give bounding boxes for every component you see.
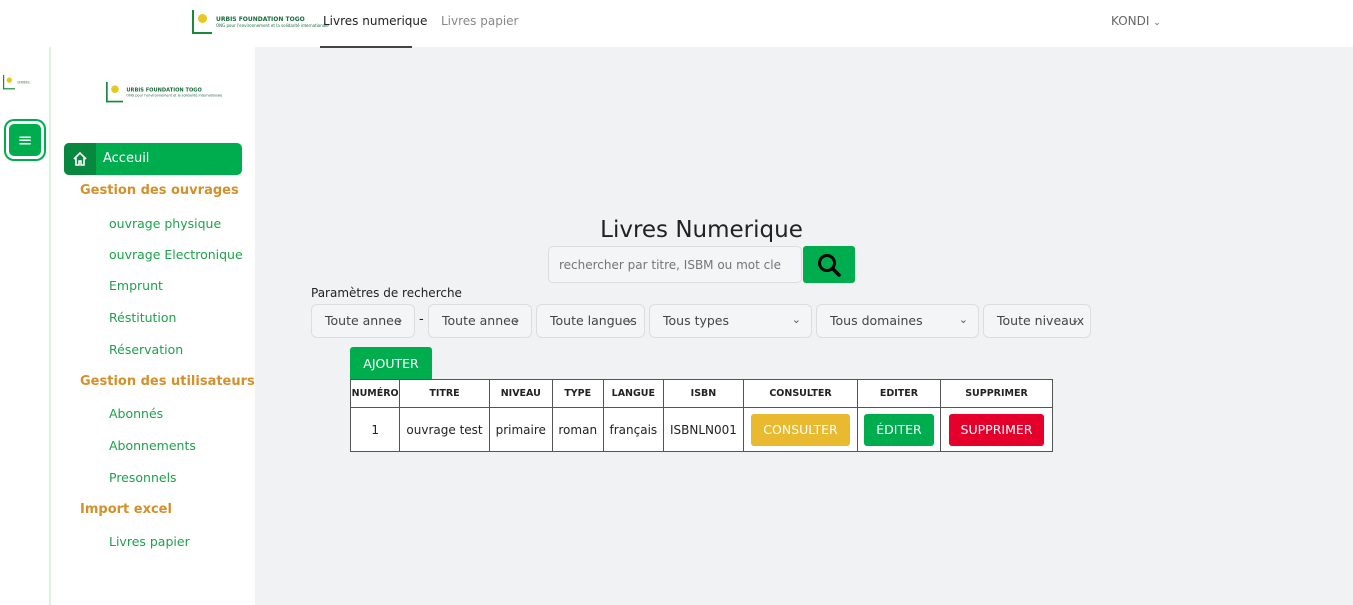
range-separator: - <box>419 312 424 327</box>
section-gestion-ouvrages[interactable]: Gestion des ouvrages <box>80 183 239 198</box>
chevron-down-icon: ⌄ <box>394 313 404 326</box>
sidebar-item[interactable]: Abonnés <box>109 406 163 421</box>
sidebar-logo: URBIS FOUNDATION TOGO ONG pour l'environn… <box>106 82 222 103</box>
search-icon <box>818 253 841 277</box>
params-label: Paramètres de recherche <box>311 286 462 300</box>
cell-num: 1 <box>349 407 401 452</box>
search-input[interactable] <box>548 246 802 283</box>
menu-toggle-button[interactable]: ≡ <box>6 121 44 159</box>
cell-langue: français <box>602 407 664 452</box>
tab-livres-papier[interactable]: Livres papier <box>441 14 518 28</box>
brand-logo: URBIS FOUNDATION TOGO ONG pour l'environn… <box>192 10 329 34</box>
col-header: CONSULTER <box>743 379 858 408</box>
chevron-down-icon: ⌄ <box>958 313 968 326</box>
sidebar-item[interactable]: Emprunt <box>109 278 163 293</box>
page-title: Livres Numerique <box>600 217 803 243</box>
cell-niveau: primaire <box>488 407 553 452</box>
domain-select[interactable]: Tous domaines ⌄ <box>816 304 979 338</box>
col-header: EDITER <box>857 379 941 408</box>
col-header: LANGUE <box>602 379 664 408</box>
rail-logo: URBIS <box>3 75 30 90</box>
table-row: 1 ouvrage test primaire roman français I… <box>349 407 1053 452</box>
top-bar: URBIS FOUNDATION TOGO ONG pour l'environn… <box>0 0 1353 48</box>
language-select[interactable]: Toute langues ⌄ <box>536 304 645 338</box>
sidebar-item[interactable]: Abonnements <box>109 438 196 453</box>
sidebar-item[interactable]: ouvrage Electronique <box>109 247 243 262</box>
books-table: NUMÉRO TITRE NIVEAU TYPE LANGUE ISBN CON… <box>349 379 1053 452</box>
edit-button[interactable]: ÉDITER <box>864 413 934 446</box>
tab-livres-numerique[interactable]: Livres numerique <box>323 14 427 28</box>
type-select[interactable]: Tous types ⌄ <box>649 304 812 338</box>
chevron-down-icon: ⌄ <box>511 313 521 326</box>
active-tab-indicator <box>320 46 412 48</box>
sidebar-item[interactable]: Presonnels <box>109 470 177 485</box>
col-header: SUPPRIMER <box>940 379 1053 408</box>
col-header: TITRE <box>399 379 490 408</box>
cell-type: roman <box>551 407 604 452</box>
home-icon <box>64 143 96 175</box>
chevron-down-icon: ⌄ <box>624 313 634 326</box>
chevron-down-icon: ⌄ <box>1070 313 1080 326</box>
cell-delete: SUPPRIMER <box>940 407 1053 452</box>
sidebar: URBIS FOUNDATION TOGO ONG pour l'environn… <box>51 47 255 605</box>
collapsed-rail: URBIS ≡ <box>0 47 51 605</box>
year-to-select[interactable]: Toute annee ⌄ <box>428 304 532 338</box>
section-import-excel[interactable]: Import excel <box>80 502 172 517</box>
add-button[interactable]: AJOUTER <box>350 347 432 379</box>
consult-button[interactable]: CONSULTER <box>751 413 850 446</box>
cell-edit: ÉDITER <box>857 407 941 452</box>
chevron-down-icon: ⌄ <box>1153 18 1161 28</box>
col-header: TYPE <box>551 379 604 408</box>
sidebar-item[interactable]: Réstitution <box>109 310 176 325</box>
col-header: NUMÉRO <box>349 379 401 408</box>
year-from-select[interactable]: Toute annee ⌄ <box>311 304 415 338</box>
col-header: NIVEAU <box>488 379 553 408</box>
cell-titre: ouvrage test <box>399 407 490 452</box>
menu-icon: ≡ <box>17 129 33 151</box>
sidebar-item[interactable]: Livres papier <box>109 534 190 549</box>
sidebar-item-acceuil[interactable]: Acceuil <box>64 143 242 175</box>
cell-isbn: ISBNLN001 <box>662 407 745 452</box>
sidebar-item[interactable]: Réservation <box>109 342 183 357</box>
section-gestion-utilisateurs[interactable]: Gestion des utilisateurs <box>80 374 255 389</box>
delete-button[interactable]: SUPPRIMER <box>948 413 1045 446</box>
level-select[interactable]: Toute niveaux ⌄ <box>983 304 1091 338</box>
user-menu[interactable]: KONDI ⌄ <box>1111 14 1161 28</box>
search-button[interactable] <box>803 246 855 283</box>
chevron-down-icon: ⌄ <box>791 313 801 326</box>
col-header: ISBN <box>662 379 745 408</box>
cell-consult: CONSULTER <box>743 407 858 452</box>
